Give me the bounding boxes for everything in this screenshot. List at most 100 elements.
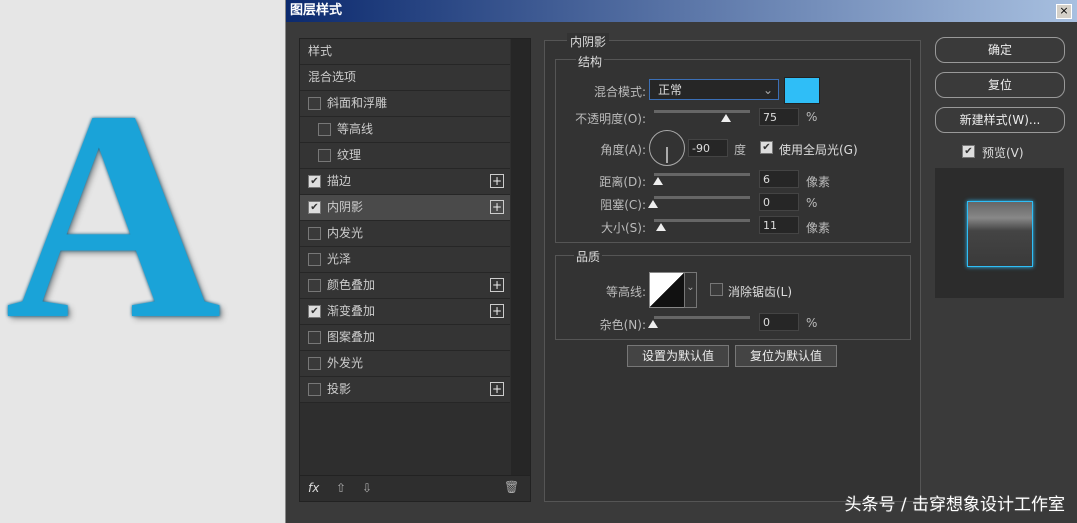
style-list-item[interactable]: 光泽 — [300, 247, 510, 273]
list-scrollbar[interactable] — [511, 39, 530, 475]
choke-slider[interactable] — [648, 196, 750, 208]
noise-unit: % — [806, 316, 818, 330]
reset-default-button[interactable]: 复位为默认值 — [735, 345, 837, 367]
style-list-item-label: 渐变叠加 — [327, 304, 376, 318]
watermark: 头条号 / 击穿想象设计工作室 — [844, 495, 1065, 515]
style-list-item-label: 外发光 — [327, 356, 364, 370]
close-icon[interactable]: × — [1056, 4, 1072, 19]
antialias-checkbox[interactable] — [710, 283, 723, 296]
style-list-item[interactable]: ✔ 描边 + — [300, 169, 510, 195]
style-list-item[interactable]: 斜面和浮雕 — [300, 91, 510, 117]
layer-style-dialog: 图层样式 × 样式 混合选项 斜面和浮雕 等高线 纹理 ✔ 描边 + ✔ 内阴影 + 内发光 光泽 颜色叠… — [285, 0, 1077, 523]
ok-button[interactable]: 确定 — [935, 37, 1065, 63]
opacity-slider[interactable] — [654, 110, 750, 122]
global-light-checkbox[interactable]: ✔ — [760, 141, 773, 154]
preview-checkbox[interactable]: ✔ — [962, 145, 975, 158]
style-checkbox[interactable] — [318, 149, 331, 162]
style-list-item[interactable]: 图案叠加 — [300, 325, 510, 351]
noise-label: 杂色(N): — [599, 318, 646, 332]
new-style-button[interactable]: 新建样式(W)... — [935, 107, 1065, 133]
preview-box — [935, 168, 1064, 298]
plus-icon[interactable]: + — [490, 200, 504, 214]
style-list-item-label: 投影 — [327, 382, 352, 396]
style-list-item[interactable]: ✔ 内阴影 + — [300, 195, 510, 221]
move-down-icon[interactable]: ⇩ — [362, 481, 372, 495]
structure-group: 结构 混合模式: 正常 ⌄ 不透明度(O): 75 % 角度(A): -90 度 … — [555, 53, 911, 243]
canvas-letter: A — [5, 49, 222, 381]
style-checkbox[interactable] — [308, 331, 321, 344]
style-list-item-label: 颜色叠加 — [327, 278, 376, 292]
style-checkbox[interactable]: ✔ — [308, 201, 321, 214]
noise-input[interactable]: 0 — [759, 313, 799, 331]
style-checkbox[interactable] — [308, 97, 321, 110]
style-list-item-label: 混合选项 — [308, 70, 357, 84]
noise-slider[interactable] — [648, 316, 750, 328]
style-list-item[interactable]: 纹理 — [300, 143, 510, 169]
style-list-item[interactable]: 等高线 — [300, 117, 510, 143]
style-list-item[interactable]: ✔ 渐变叠加 + — [300, 299, 510, 325]
style-list-item-label: 内发光 — [327, 226, 364, 240]
size-input[interactable]: 11 — [759, 216, 799, 234]
angle-unit: 度 — [734, 143, 747, 157]
style-list-item-label: 斜面和浮雕 — [327, 96, 388, 110]
size-slider[interactable] — [654, 219, 750, 231]
style-checkbox[interactable] — [308, 253, 321, 266]
style-checkbox[interactable] — [308, 357, 321, 370]
style-list-item[interactable]: 投影 + — [300, 377, 510, 403]
plus-icon[interactable]: + — [490, 278, 504, 292]
opacity-input[interactable]: 75 — [759, 108, 799, 126]
style-checkbox[interactable] — [308, 279, 321, 292]
angle-label: 角度(A): — [600, 143, 646, 157]
style-list-item[interactable]: 样式 — [300, 39, 510, 65]
style-checkbox[interactable] — [308, 383, 321, 396]
global-light-label: 使用全局光(G) — [779, 143, 858, 157]
preview-swatch — [967, 201, 1033, 267]
reset-button[interactable]: 复位 — [935, 72, 1065, 98]
size-unit: 像素 — [806, 221, 831, 235]
style-checkbox[interactable] — [308, 227, 321, 240]
panel-title: 内阴影 — [567, 33, 610, 50]
style-list-item[interactable]: 外发光 — [300, 351, 510, 377]
style-checkbox[interactable]: ✔ — [308, 305, 321, 318]
blend-mode-select[interactable]: 正常 ⌄ — [649, 79, 779, 100]
chevron-down-icon: ⌄ — [762, 83, 773, 97]
dialog-title: 图层样式 — [286, 0, 1077, 22]
fx-button[interactable]: fx — [308, 481, 319, 495]
distance-input[interactable]: 6 — [759, 170, 799, 188]
style-list-item-label: 描边 — [327, 174, 352, 188]
style-checkbox[interactable]: ✔ — [308, 175, 321, 188]
opacity-label: 不透明度(O): — [575, 112, 646, 126]
contour-picker[interactable] — [649, 272, 685, 308]
shadow-color-swatch[interactable] — [784, 77, 820, 104]
opacity-slider-thumb[interactable] — [721, 114, 731, 122]
style-list-item[interactable]: 颜色叠加 + — [300, 273, 510, 299]
choke-label: 阻塞(C): — [600, 198, 646, 212]
distance-label: 距离(D): — [599, 175, 646, 189]
structure-label: 结构 — [576, 53, 605, 70]
set-default-button[interactable]: 设置为默认值 — [627, 345, 729, 367]
move-up-icon[interactable]: ⇧ — [336, 481, 346, 495]
style-list-item-label: 光泽 — [327, 252, 352, 266]
style-list-item[interactable]: 混合选项 — [300, 65, 510, 91]
style-list: 样式 混合选项 斜面和浮雕 等高线 纹理 ✔ 描边 + ✔ 内阴影 + 内发光 光泽 颜色叠加 + ✔ 渐变叠加… — [299, 38, 531, 502]
antialias-label: 消除锯齿(L) — [728, 285, 793, 299]
plus-icon[interactable]: + — [490, 174, 504, 188]
quality-group: 品质 等高线: ⌄ 消除锯齿(L) 杂色(N): 0 % — [555, 248, 911, 340]
angle-dial[interactable] — [649, 130, 685, 166]
choke-unit: % — [806, 196, 818, 210]
chevron-down-icon[interactable]: ⌄ — [684, 272, 697, 308]
style-list-item-label: 图案叠加 — [327, 330, 376, 344]
inner-shadow-panel: 内阴影 结构 混合模式: 正常 ⌄ 不透明度(O): 75 % 角度(A): -9… — [544, 33, 921, 502]
distance-unit: 像素 — [806, 175, 831, 189]
style-list-item[interactable]: 内发光 — [300, 221, 510, 247]
choke-input[interactable]: 0 — [759, 193, 799, 211]
plus-icon[interactable]: + — [490, 304, 504, 318]
style-checkbox[interactable] — [318, 123, 331, 136]
angle-input[interactable]: -90 — [688, 139, 728, 157]
style-list-item-label: 样式 — [308, 44, 333, 58]
distance-slider[interactable] — [653, 173, 750, 185]
trash-icon[interactable]: 🗑 — [504, 480, 519, 494]
blend-mode-value: 正常 — [658, 83, 683, 97]
plus-icon[interactable]: + — [490, 382, 504, 396]
size-label: 大小(S): — [600, 221, 646, 235]
